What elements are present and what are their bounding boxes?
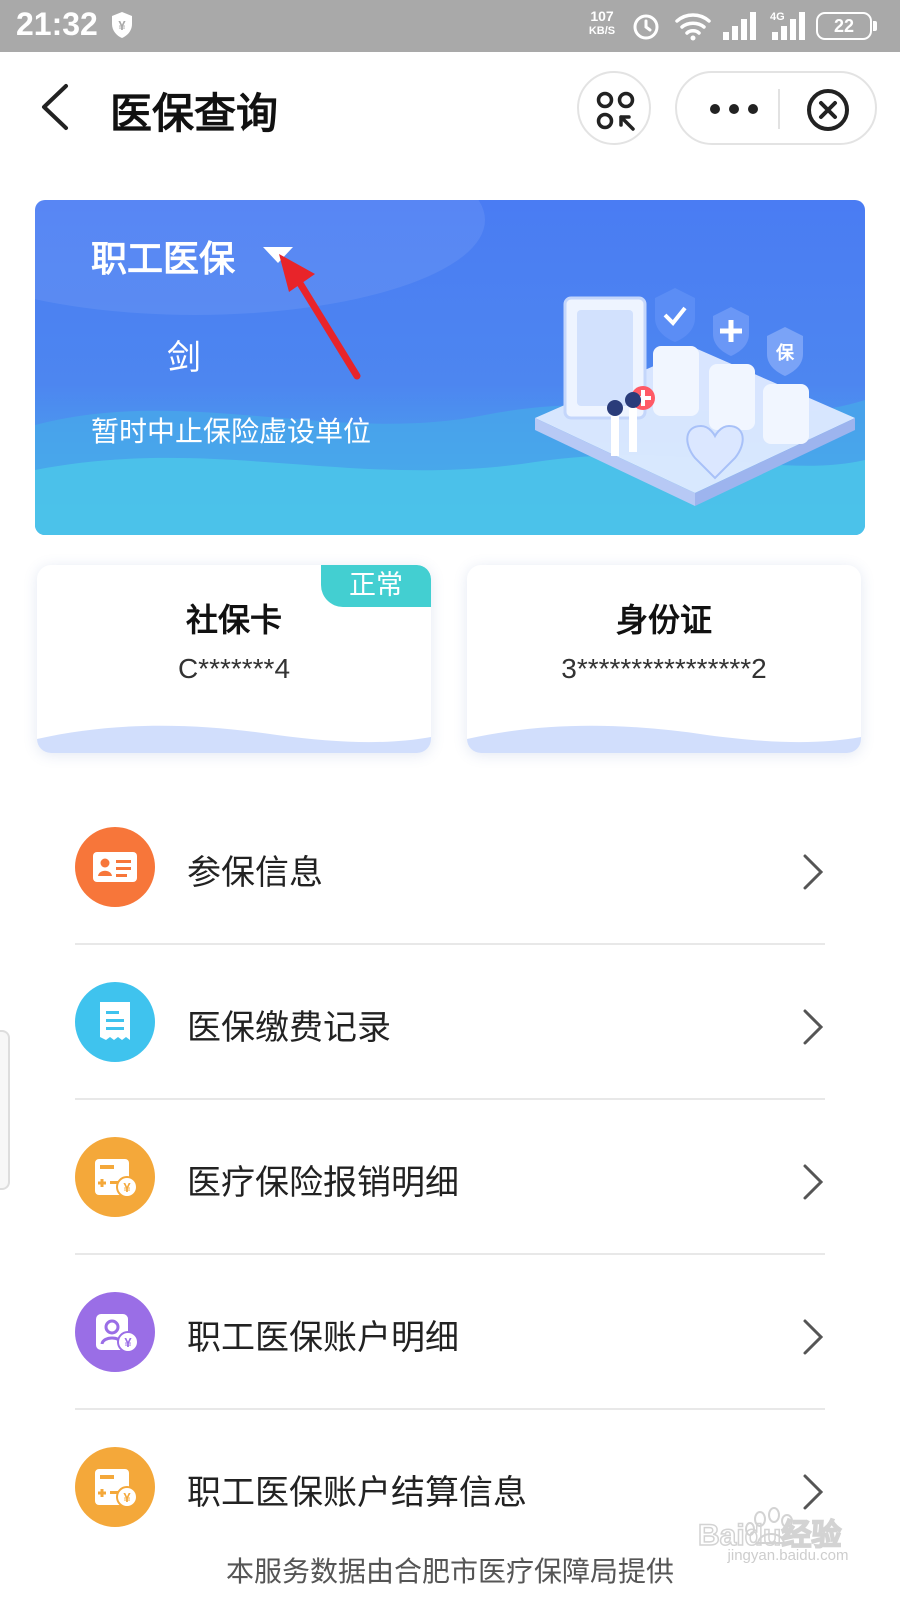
employer-unit: 暂时中止保险虚设单位 xyxy=(91,415,372,448)
scan-button[interactable] xyxy=(577,71,651,145)
receipt-icon xyxy=(75,982,155,1062)
status-bar: 21:32 ¥ 107 KB/S 4G 22 xyxy=(0,0,900,52)
menu-item-account-details[interactable]: ¥ 职工医保账户明细 xyxy=(75,1255,825,1410)
user-yuan-icon: ¥ xyxy=(75,1292,155,1372)
page-title: 医保查询 xyxy=(110,89,279,138)
social-security-card[interactable]: 正常 社保卡 C*******4 xyxy=(37,565,431,753)
medical-insurance-illustration: 保 xyxy=(535,288,855,506)
chevron-right-icon xyxy=(803,1164,824,1200)
svg-text:¥: ¥ xyxy=(123,1490,131,1505)
wallet-shield-icon: ¥ xyxy=(112,12,132,38)
side-drawer-handle[interactable] xyxy=(0,1030,10,1190)
card-wave-decoration xyxy=(467,725,861,753)
calculator-yuan-icon: ¥ xyxy=(75,1447,155,1527)
chevron-right-icon xyxy=(803,1319,824,1355)
card-title: 身份证 xyxy=(615,601,712,639)
insured-name: 剑 xyxy=(167,338,201,378)
insurance-type-selector[interactable]: 职工医保 xyxy=(91,230,235,282)
chevron-right-icon xyxy=(803,854,824,890)
svg-text:¥: ¥ xyxy=(124,1335,132,1350)
scan-icon xyxy=(596,91,635,131)
back-icon[interactable] xyxy=(36,82,76,132)
svg-text:¥: ¥ xyxy=(118,18,126,33)
menu-item-label: 参保信息 xyxy=(187,853,323,893)
capsule-divider xyxy=(778,89,780,129)
insurance-banner: 职工医保 剑 暂时中止保险虚设单位 保 xyxy=(35,200,865,535)
nav-bar: 医保查询 xyxy=(0,52,900,162)
signal-4g-icon: 4G xyxy=(770,11,805,40)
baidu-paw-logo: Baidu经验 xyxy=(697,1507,842,1553)
network-type: 4G xyxy=(770,11,785,23)
menu-item-label: 职工医保账户明细 xyxy=(187,1318,459,1358)
menu-item-reimbursement-details[interactable]: ¥ 医疗保险报销明细 xyxy=(75,1100,825,1255)
close-circle-icon[interactable] xyxy=(805,87,851,133)
menu-item-label: 医疗保险报销明细 xyxy=(187,1163,459,1203)
net-speed-value: 107 xyxy=(590,8,614,24)
mini-program-capsule xyxy=(675,71,877,145)
caret-down-icon[interactable] xyxy=(261,244,295,266)
id-card-icon xyxy=(75,827,155,907)
card-title: 社保卡 xyxy=(185,601,282,639)
net-speed-unit: KB/S xyxy=(588,25,616,37)
svg-text:保: 保 xyxy=(775,342,795,364)
service-menu-list: 参保信息 医保缴费记录 ¥ 医疗保险报销明细 ¥ 职工医保账户明细 ¥ 职工医保… xyxy=(75,790,825,1565)
menu-item-label: 医保缴费记录 xyxy=(187,1008,391,1048)
watermark-url: jingyan.baidu.com xyxy=(727,1547,849,1564)
menu-item-payment-records[interactable]: 医保缴费记录 xyxy=(75,945,825,1100)
card-wave-decoration xyxy=(37,725,431,753)
watermark-logo-text: Baidu经验 xyxy=(698,1518,841,1549)
status-time: 21:32 xyxy=(16,6,98,42)
menu-item-label: 职工医保账户结算信息 xyxy=(187,1473,527,1513)
wifi-icon xyxy=(675,13,711,41)
net-speed: 107 KB/S xyxy=(582,9,622,39)
card-number: C*******4 xyxy=(177,653,291,684)
calculator-yuan-icon: ¥ xyxy=(75,1137,155,1217)
chevron-right-icon xyxy=(803,1009,824,1045)
id-number: 3****************2 xyxy=(561,653,767,684)
signal-icon xyxy=(723,12,756,40)
more-icon[interactable] xyxy=(707,97,761,121)
id-card[interactable]: 身份证 3****************2 xyxy=(467,565,861,753)
battery-icon: 22 xyxy=(816,12,877,40)
menu-item-enrollment-info[interactable]: 参保信息 xyxy=(75,790,825,945)
svg-text:¥: ¥ xyxy=(123,1180,131,1195)
alarm-icon xyxy=(633,14,659,40)
watermark: Baidu经验 jingyan.baidu.com xyxy=(688,1505,888,1575)
